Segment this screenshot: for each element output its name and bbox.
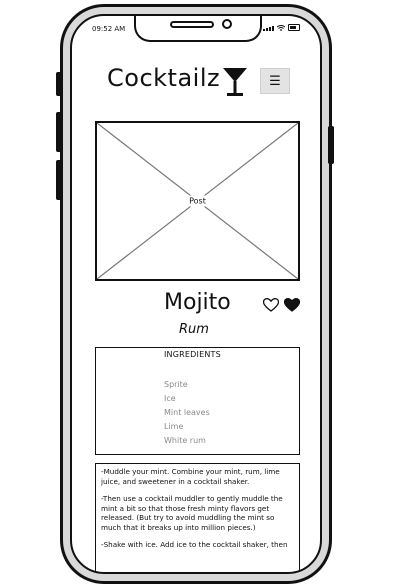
- status-icons: [263, 24, 300, 31]
- side-button-volume-down: [56, 160, 62, 200]
- cocktail-glass-icon: [223, 68, 247, 96]
- post-image-placeholder[interactable]: Post: [95, 121, 300, 281]
- phone-screen: 09:52 AM Cocktailz ☰ Post Mojito Rum ING…: [70, 14, 322, 574]
- app-title: Cocktailz: [107, 64, 221, 92]
- list-item: Mint leaves: [164, 408, 210, 417]
- instruction-step: -Muddle your mint. Combine your mint, ru…: [101, 467, 280, 486]
- list-item: White rum: [164, 436, 206, 445]
- side-button-mute: [56, 72, 62, 96]
- ingredients-panel: INGREDIENTS Sprite Ice Mint leaves Lime …: [95, 347, 300, 455]
- battery-icon: [288, 24, 300, 31]
- camera-icon: [222, 19, 232, 29]
- side-button-power: [328, 126, 334, 164]
- list-item: Lime: [164, 422, 184, 431]
- signal-icon: [263, 26, 274, 31]
- ingredients-heading: INGREDIENTS: [164, 350, 221, 359]
- image-label: Post: [187, 195, 208, 207]
- drink-base-spirit: Rum: [179, 322, 209, 337]
- menu-button[interactable]: ☰: [260, 68, 290, 94]
- wifi-icon: [277, 25, 285, 31]
- heart-filled-icon[interactable]: [284, 298, 300, 312]
- hamburger-icon: ☰: [269, 73, 281, 89]
- notch: [134, 16, 262, 42]
- side-button-volume-up: [56, 112, 62, 152]
- heart-outline-icon[interactable]: [263, 298, 279, 312]
- ingredient-list: Sprite Ice Mint leaves Lime White rum: [164, 378, 210, 448]
- drink-name: Mojito: [164, 290, 231, 315]
- speaker-icon: [170, 21, 214, 28]
- instructions-panel: -Muddle your mint. Combine your mint, ru…: [95, 463, 300, 572]
- status-time: 09:52 AM: [92, 25, 126, 33]
- list-item: Sprite: [164, 380, 188, 389]
- instruction-step: -Then use a cocktail muddler to gently m…: [101, 494, 283, 532]
- list-item: Ice: [164, 394, 176, 403]
- instruction-step: -Shake with ice. Add ice to the cocktail…: [101, 540, 288, 549]
